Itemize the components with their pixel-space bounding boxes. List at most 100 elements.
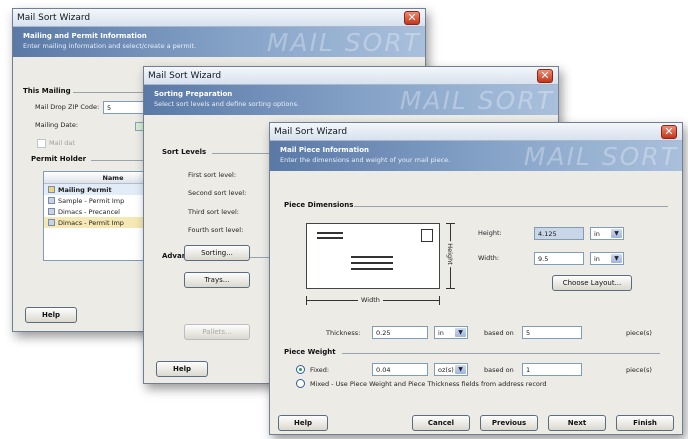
divider (73, 92, 153, 93)
cancel-button[interactable]: Cancel (412, 415, 470, 431)
stamp-icon (421, 229, 433, 242)
previous-button[interactable]: Previous (480, 415, 538, 431)
banner-subtitle: Enter the dimensions and weight of your … (280, 156, 451, 164)
thickness-label: Thickness: (326, 329, 361, 337)
pallets-button[interactable]: Pallets... (184, 324, 250, 340)
return-address-line (317, 237, 343, 239)
height-unit-select[interactable]: in ▼ (590, 227, 624, 240)
banner-title: Mailing and Permit Information (23, 32, 147, 40)
section-piece-weight: Piece Weight (284, 348, 336, 356)
thickness-unit-value: in (438, 329, 444, 337)
help-button[interactable]: Help (156, 361, 208, 377)
pieces-suffix: piece(s) (626, 329, 652, 337)
help-button[interactable]: Help (25, 307, 77, 323)
width-dimension-tick (439, 296, 440, 305)
banner-subtitle: Select sort levels and define sorting op… (154, 100, 300, 108)
window-title: Mail Sort Wizard (148, 71, 222, 81)
section-piece-dimensions: Piece Dimensions (284, 201, 354, 209)
height-field[interactable]: 4.125 (534, 227, 584, 240)
banner-subtitle: Enter mailing information and select/cre… (23, 42, 197, 50)
divider (342, 353, 660, 354)
envelope-diagram (306, 223, 440, 289)
banner-watermark: MAIL SORT (399, 86, 554, 115)
list-item-label: Sample - Permit Imp (58, 197, 125, 205)
zip-label: Mail Drop ZIP Code: (35, 103, 100, 111)
section-sort-levels: Sort Levels (162, 148, 207, 156)
wizard-banner: Sorting Preparation Select sort levels a… (144, 85, 558, 115)
mixed-weight-radio[interactable] (296, 379, 305, 388)
mail-dat-checkbox[interactable] (37, 139, 46, 148)
banner-title: Sorting Preparation (154, 90, 233, 98)
weight-pieces-field[interactable]: 1 (522, 363, 582, 376)
permit-icon (48, 197, 55, 204)
based-on-label: based on (484, 329, 514, 337)
list-item-label: Dimacs - Permit Imp (58, 219, 124, 227)
close-icon[interactable]: ✕ (537, 69, 553, 83)
width-label: Width: (478, 254, 500, 262)
section-permit-holder: Permit Holder (31, 155, 87, 163)
address-line (351, 262, 393, 264)
second-sort-level-label: Second sort level: (188, 189, 247, 197)
chevron-down-icon: ▼ (611, 254, 622, 263)
title-bar: Mail Sort Wizard ✕ (13, 9, 425, 27)
third-sort-level-label: Third sort level: (188, 208, 239, 216)
thickness-field[interactable]: 0.25 (372, 326, 428, 339)
permit-icon (48, 186, 55, 193)
width-unit-select[interactable]: in ▼ (590, 252, 624, 265)
width-unit-value: in (594, 255, 600, 263)
section-this-mailing: This Mailing (23, 87, 71, 95)
mixed-label: Mixed - Use Piece Weight and Piece Thick… (310, 380, 547, 388)
window-title: Mail Sort Wizard (17, 13, 91, 23)
divider (212, 153, 272, 154)
width-field[interactable]: 9.5 (534, 252, 584, 265)
divider (91, 160, 151, 161)
permit-icon (48, 219, 55, 226)
width-dimension-tick (306, 296, 307, 305)
choose-layout-button[interactable]: Choose Layout... (552, 275, 632, 291)
list-item-label: Mailing Permit (58, 186, 112, 194)
window-title: Mail Sort Wizard (274, 127, 348, 137)
height-dimension-tick (446, 223, 455, 224)
permit-icon (48, 208, 55, 215)
mail-dat-label: Mail dat (49, 139, 75, 147)
finish-button[interactable]: Finish (616, 415, 674, 431)
weight-field[interactable]: 0.04 (372, 363, 428, 376)
pieces-suffix: piece(s) (626, 366, 652, 374)
first-sort-level-label: First sort level: (188, 171, 237, 179)
chevron-down-icon: ▼ (611, 229, 622, 238)
weight-unit-value: oz(s) (438, 366, 454, 374)
divider (354, 206, 668, 207)
address-line (351, 256, 393, 258)
based-on-label: based on (484, 366, 514, 374)
list-item-label: Dimacs - Precancel (58, 208, 120, 216)
height-label: Height: (478, 229, 502, 237)
return-address-line (317, 232, 343, 234)
next-button[interactable]: Next (548, 415, 606, 431)
close-icon[interactable]: ✕ (404, 11, 420, 25)
chevron-down-icon: ▼ (455, 328, 466, 337)
fixed-label: Fixed: (310, 366, 330, 374)
weight-unit-select[interactable]: oz(s) ▼ (434, 363, 468, 376)
banner-watermark: MAIL SORT (266, 28, 421, 57)
diagram-height-label: Height (445, 241, 454, 267)
title-bar: Mail Sort Wizard ✕ (270, 123, 682, 141)
trays-button[interactable]: Trays... (184, 272, 250, 288)
help-button[interactable]: Help (278, 415, 328, 431)
fixed-weight-radio[interactable] (296, 365, 305, 374)
address-line (351, 268, 393, 270)
title-bar: Mail Sort Wizard ✕ (144, 67, 558, 85)
close-icon[interactable]: ✕ (661, 125, 677, 139)
thickness-pieces-field[interactable]: 5 (522, 326, 582, 339)
wizard-banner: Mailing and Permit Information Enter mai… (13, 27, 425, 57)
fourth-sort-level-label: Fourth sort level: (188, 226, 244, 234)
wizard-banner: Mail Piece Information Enter the dimensi… (270, 141, 682, 171)
diagram-width-label: Width (358, 296, 383, 304)
mailing-date-label: Mailing Date: (35, 121, 79, 129)
height-dimension-tick (446, 288, 455, 289)
height-unit-value: in (594, 230, 600, 238)
banner-watermark: MAIL SORT (523, 142, 678, 171)
thickness-unit-select[interactable]: in ▼ (434, 326, 468, 339)
banner-title: Mail Piece Information (280, 146, 369, 154)
sorting-button[interactable]: Sorting... (184, 245, 250, 261)
chevron-down-icon: ▼ (455, 365, 466, 374)
